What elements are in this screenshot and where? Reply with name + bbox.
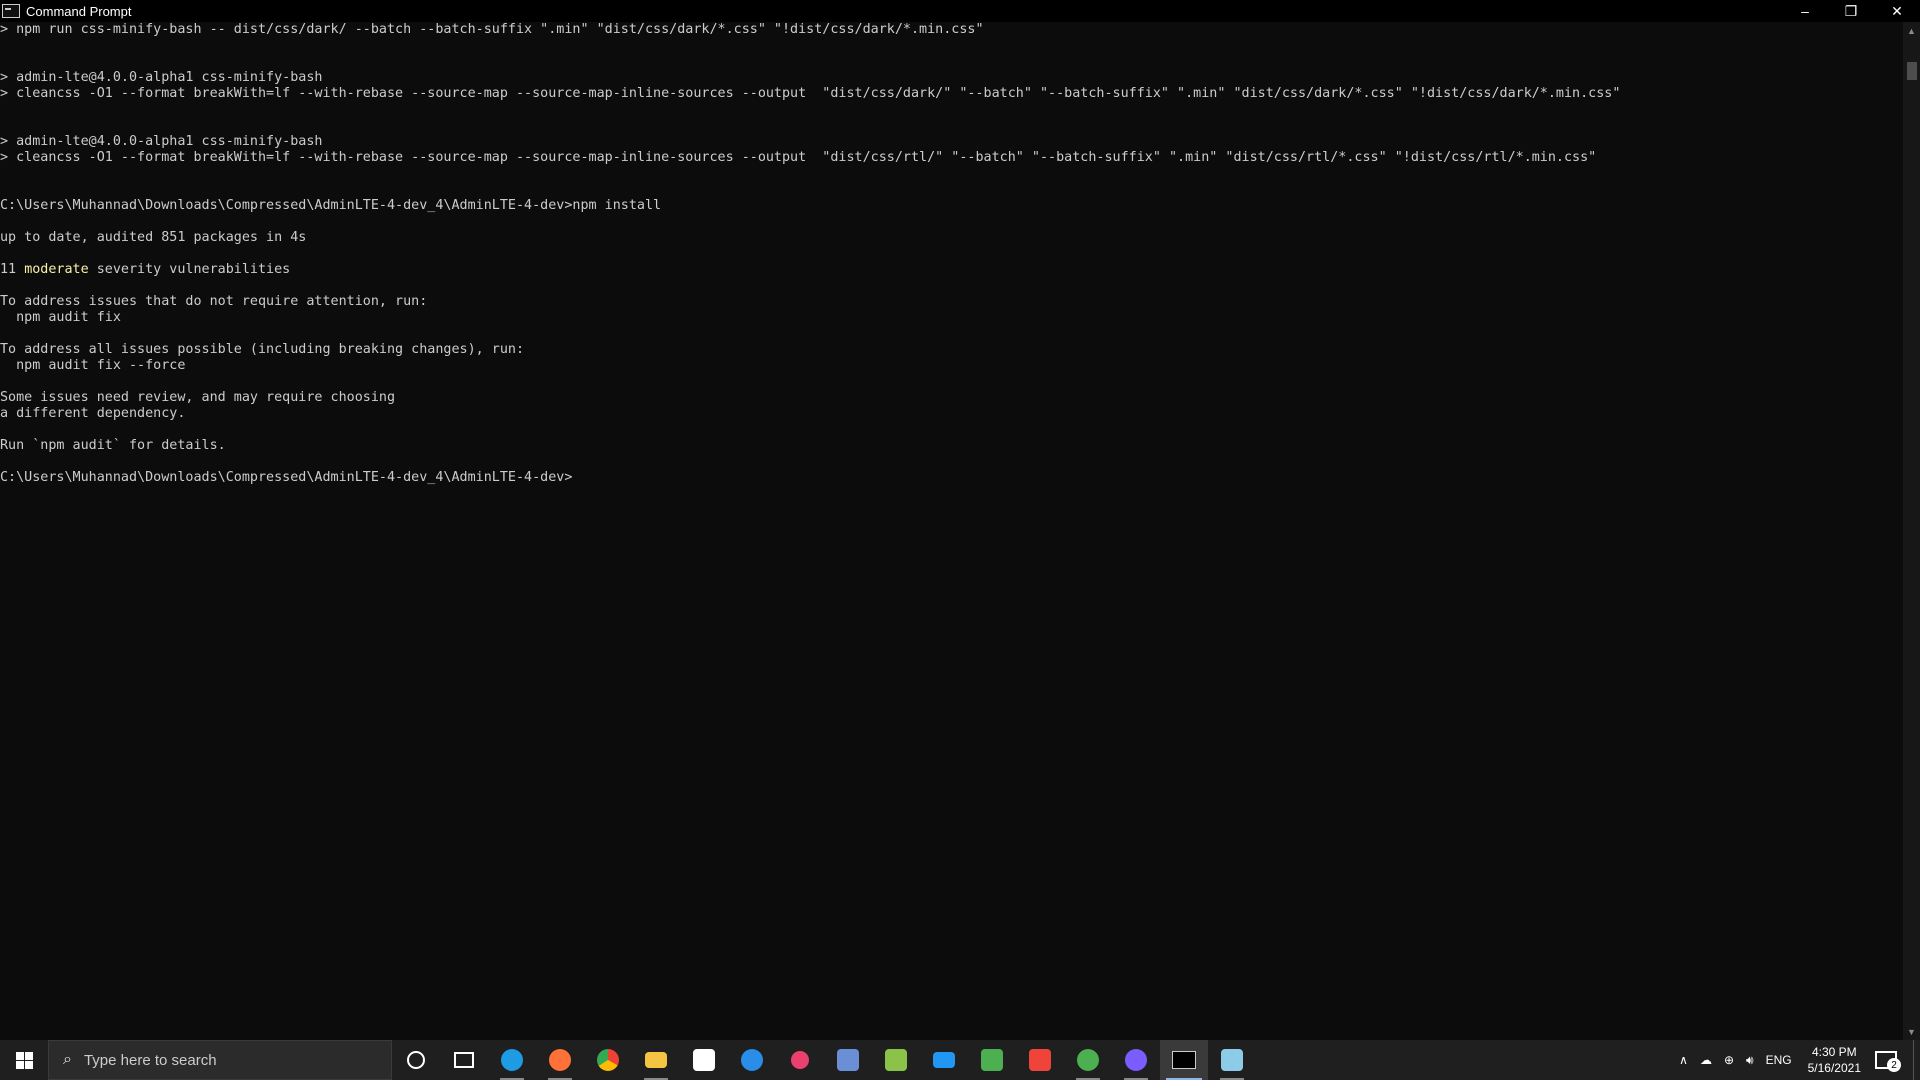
taskbar-app-instagram[interactable] [776,1040,824,1080]
task-view-icon [454,1052,474,1068]
console-line: Run `npm audit` for details. [0,438,226,453]
scroll-down-icon[interactable]: ▼ [1903,1023,1920,1040]
taskbar-app-store-2[interactable] [968,1040,1016,1080]
vuln-text: severity vulnerabilities [88,262,291,277]
vulnerability-line: 11 moderate severity vulnerabilities [0,262,1904,278]
taskbar-search-box[interactable]: ⌕ Type here to search [48,1040,392,1080]
clock-time: 4:30 PM [1811,1045,1857,1059]
chevron-up-icon[interactable]: ∧ [1679,1053,1688,1067]
cortana-button[interactable] [392,1040,440,1080]
taskbar-app-chrome[interactable] [584,1040,632,1080]
network-globe-icon[interactable]: ⊕ [1724,1053,1734,1067]
console-line [0,182,1904,198]
console-line [0,422,1904,438]
console-line [0,454,1904,470]
network-tool-icon [837,1049,859,1071]
instagram-icon [791,1051,809,1069]
system-tray: ∧ ☁ ⊕ 🔊︎ ENG 4:30 PM 5/16/2021 2 [1673,1040,1920,1080]
console-line: npm audit fix --force [0,358,186,373]
anydesk-icon [1029,1049,1051,1071]
task-view-button[interactable] [440,1040,488,1080]
skype-icon [741,1049,763,1071]
utorrent-icon [1077,1049,1099,1071]
onedrive-icon[interactable]: ☁ [1700,1053,1712,1067]
start-button[interactable] [0,1040,48,1080]
scrollbar-thumb[interactable] [1907,62,1917,80]
taskbar-app-messenger[interactable] [1112,1040,1160,1080]
action-center-button[interactable]: 2 [1871,1048,1901,1072]
taskbar-app-firefox[interactable] [536,1040,584,1080]
console-line [0,102,1904,118]
firefox-icon [549,1049,571,1071]
window-controls: – ❐ ✕ [1782,0,1920,22]
command-prompt-line[interactable]: C:\Users\Muhannad\Downloads\Compressed\A… [0,470,1904,486]
console-line [0,374,1904,390]
console-line [0,38,1904,54]
store-icon [693,1049,715,1071]
taskbar-app-file-explorer[interactable] [632,1040,680,1080]
console-line [0,326,1904,342]
show-desktop-button[interactable] [1913,1040,1920,1080]
taskbar-app-network-tool[interactable] [824,1040,872,1080]
vuln-count: 11 [0,262,17,277]
title-bar: Command Prompt – ❐ ✕ [0,0,1920,22]
console-output[interactable]: > npm run css-minify-bash -- dist/css/da… [0,22,1904,1040]
messenger-icon [1125,1049,1147,1071]
window-title: Command Prompt [26,3,132,19]
taskbar-app-notepad[interactable] [1208,1040,1256,1080]
console-line: a different dependency. [0,406,186,421]
close-button[interactable]: ✕ [1874,0,1920,22]
language-indicator[interactable]: ENG [1766,1053,1792,1067]
search-icon: ⌕ [63,1051,72,1068]
notification-count: 2 [1887,1058,1901,1072]
taskbar-app-mail[interactable] [920,1040,968,1080]
console-line: npm audit fix [0,310,121,325]
console-line: C:\Users\Muhannad\Downloads\Compressed\A… [0,198,662,213]
store-app-icon [981,1049,1003,1071]
console-line: > npm run css-minify-bash -- dist/css/da… [0,22,984,37]
console-line [0,214,1904,230]
chrome-icon [597,1049,619,1071]
console-line: To address issues that do not require at… [0,294,428,309]
sync-app-icon [885,1049,907,1071]
taskbar-app-store[interactable] [680,1040,728,1080]
console-line: To address all issues possible (includin… [0,342,525,357]
console-line: Some issues need review, and may require… [0,390,396,405]
search-placeholder: Type here to search [83,1051,217,1069]
vertical-scrollbar[interactable]: ▲ ▼ [1903,22,1920,1040]
minimize-button[interactable]: – [1782,0,1828,22]
taskbar: ⌕ Type here to search ∧ ☁ ⊕ 🔊︎ ENG 4:30 … [0,1040,1920,1080]
vuln-severity: moderate [24,262,89,277]
taskbar-app-skype[interactable] [728,1040,776,1080]
cmd-app-icon [2,4,20,18]
windows-logo-icon [15,1051,33,1069]
file-explorer-icon [645,1052,667,1068]
console-line: > cleancss -O1 --format breakWith=lf --w… [0,150,1597,165]
restore-button[interactable]: ❐ [1828,0,1874,22]
volume-icon[interactable]: 🔊︎ [1746,1053,1754,1068]
taskbar-app-sync[interactable] [872,1040,920,1080]
console-line: up to date, audited 851 packages in 4s [0,230,307,245]
console-line [0,118,1904,134]
console-line [0,166,1904,182]
taskbar-app-edge[interactable] [488,1040,536,1080]
console-line [0,246,1904,262]
mail-icon [933,1052,955,1068]
cortana-icon [407,1051,425,1069]
console-line: > cleancss -O1 --format breakWith=lf --w… [0,86,1621,101]
console-line: > admin-lte@4.0.0-alpha1 css-minify-bash [0,134,323,149]
taskbar-app-command-prompt[interactable] [1160,1040,1208,1080]
console-line: > admin-lte@4.0.0-alpha1 css-minify-bash [0,70,323,85]
taskbar-app-anydesk[interactable] [1016,1040,1064,1080]
clock-date: 5/16/2021 [1807,1061,1861,1075]
cmd-icon [1172,1051,1196,1069]
edge-icon [501,1049,523,1071]
notepad-icon [1221,1049,1243,1071]
console-line [0,54,1904,70]
scroll-up-icon[interactable]: ▲ [1903,22,1920,39]
taskbar-app-utorrent[interactable] [1064,1040,1112,1080]
clock[interactable]: 4:30 PM 5/16/2021 [1808,1044,1861,1076]
console-line [0,278,1904,294]
